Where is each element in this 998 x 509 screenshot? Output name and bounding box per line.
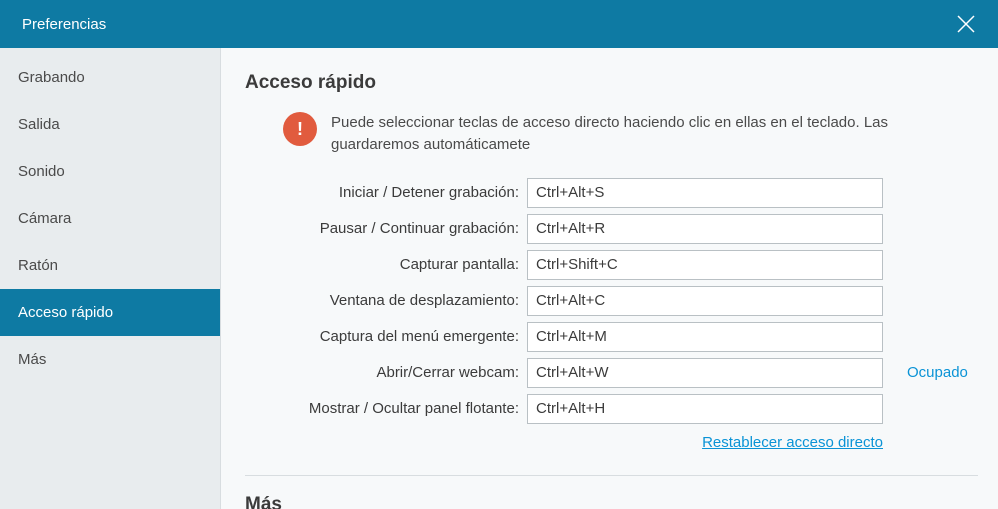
shortcut-input-capture-screen[interactable] — [527, 250, 883, 280]
close-icon[interactable] — [956, 14, 976, 34]
shortcut-row-webcam: Abrir/Cerrar webcam: Ocupado — [245, 358, 978, 388]
sidebar-item-sonido[interactable]: Sonido — [0, 148, 220, 195]
sidebar-item-label: Más — [18, 351, 46, 368]
shortcut-label: Iniciar / Detener grabación: — [245, 184, 519, 201]
shortcut-label: Ventana de desplazamiento: — [245, 292, 519, 309]
shortcut-row-start-stop: Iniciar / Detener grabación: — [245, 178, 978, 208]
section-title-mas: Más — [245, 494, 978, 509]
reset-row: Restablecer acceso directo — [245, 434, 978, 451]
shortcut-status: Ocupado — [891, 364, 968, 381]
preferences-window: Preferencias Grabando Salida Sonido Cáma… — [0, 0, 998, 509]
sidebar-item-label: Acceso rápido — [18, 304, 113, 321]
shortcut-label: Pausar / Continuar grabación: — [245, 220, 519, 237]
shortcut-row-scrolling-window: Ventana de desplazamiento: — [245, 286, 978, 316]
shortcut-label: Abrir/Cerrar webcam: — [245, 364, 519, 381]
shortcut-input-floating-panel[interactable] — [527, 394, 883, 424]
shortcut-input-start-stop[interactable] — [527, 178, 883, 208]
sidebar-item-label: Cámara — [18, 210, 71, 227]
shortcut-list: Iniciar / Detener grabación: Pausar / Co… — [245, 178, 978, 424]
titlebar: Preferencias — [0, 0, 998, 48]
exclamation-icon: ! — [283, 112, 317, 146]
info-text: Puede seleccionar teclas de acceso direc… — [331, 112, 931, 156]
sidebar-item-label: Grabando — [18, 69, 85, 86]
sidebar-item-mas[interactable]: Más — [0, 336, 220, 383]
shortcut-input-popup-menu[interactable] — [527, 322, 883, 352]
sidebar-item-acceso-rapido[interactable]: Acceso rápido — [0, 289, 220, 336]
sidebar-item-label: Salida — [18, 116, 60, 133]
shortcut-row-floating-panel: Mostrar / Ocultar panel flotante: — [245, 394, 978, 424]
exclamation-char: ! — [297, 119, 303, 140]
shortcut-input-webcam[interactable] — [527, 358, 883, 388]
sidebar-item-raton[interactable]: Ratón — [0, 242, 220, 289]
section-divider — [245, 475, 978, 476]
content-pane[interactable]: Acceso rápido ! Puede seleccionar teclas… — [220, 48, 998, 509]
sidebar: Grabando Salida Sonido Cámara Ratón Acce… — [0, 48, 220, 509]
shortcut-input-pause-resume[interactable] — [527, 214, 883, 244]
shortcut-label: Mostrar / Ocultar panel flotante: — [245, 400, 519, 417]
info-row: ! Puede seleccionar teclas de acceso dir… — [245, 112, 978, 156]
shortcut-row-popup-menu: Captura del menú emergente: — [245, 322, 978, 352]
sidebar-item-camara[interactable]: Cámara — [0, 195, 220, 242]
sidebar-item-salida[interactable]: Salida — [0, 101, 220, 148]
sidebar-item-label: Ratón — [18, 257, 58, 274]
shortcut-row-pause-resume: Pausar / Continuar grabación: — [245, 214, 978, 244]
dialog-body: Grabando Salida Sonido Cámara Ratón Acce… — [0, 48, 998, 509]
shortcut-input-scrolling-window[interactable] — [527, 286, 883, 316]
sidebar-item-grabando[interactable]: Grabando — [0, 54, 220, 101]
shortcut-label: Capturar pantalla: — [245, 256, 519, 273]
reset-shortcuts-link[interactable]: Restablecer acceso directo — [527, 434, 883, 451]
shortcut-label: Captura del menú emergente: — [245, 328, 519, 345]
titlebar-title: Preferencias — [22, 16, 106, 33]
sidebar-item-label: Sonido — [18, 163, 65, 180]
section-title-acceso-rapido: Acceso rápido — [245, 72, 978, 94]
shortcut-row-capture-screen: Capturar pantalla: — [245, 250, 978, 280]
